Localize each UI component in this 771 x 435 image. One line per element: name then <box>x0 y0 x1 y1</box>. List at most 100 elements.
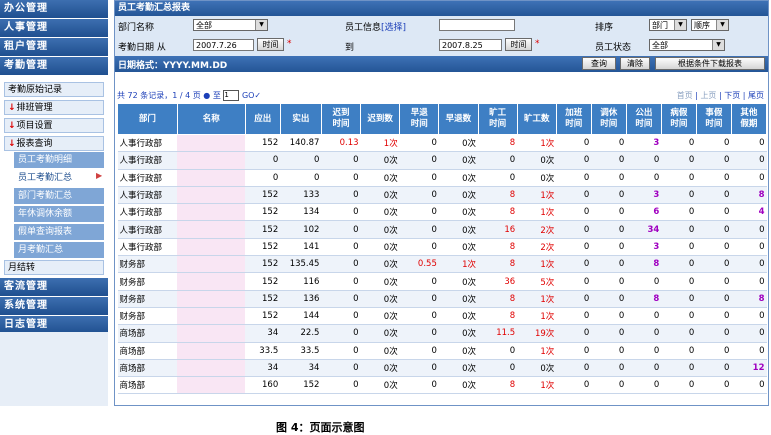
last-page-link[interactable]: 尾页 <box>748 91 764 100</box>
table-row[interactable]: 商场部 33.5 33.5 0 0次 0 0次 0 1次 0 0 0 0 0 0 <box>117 342 767 360</box>
query-button[interactable]: 查询 <box>582 57 616 70</box>
sidebar-section-1[interactable]: 人事管理 <box>0 19 108 38</box>
column-header: 应出 <box>244 103 281 135</box>
sort-select[interactable]: 部门 ▼ <box>649 19 687 31</box>
down-arrow-icon: ↓ <box>8 121 16 131</box>
sidebar-section-2[interactable]: 租户管理 <box>0 38 108 57</box>
table-cell: 人事行政部 <box>117 186 178 205</box>
table-cell: 人事行政部 <box>117 220 178 239</box>
column-header: 实出 <box>279 103 322 135</box>
table-cell: 0 <box>280 169 322 187</box>
sidebar-subitem-2[interactable]: ↓项目设置 <box>4 118 104 133</box>
sidebar-section-bottom-0[interactable]: 客流管理 <box>0 278 108 297</box>
table-cell: 0 <box>731 307 767 326</box>
date-to-input[interactable]: 2007.8.25 <box>439 39 502 51</box>
table-cell: 2次 <box>517 238 557 257</box>
table-cell: 0 <box>321 186 361 205</box>
sidebar-report-item-4[interactable]: 假单查询报表 <box>14 224 104 240</box>
table-cell: 0 <box>591 342 627 360</box>
sidebar-report-item-1[interactable]: 员工考勤汇总 <box>14 170 104 186</box>
order-select[interactable]: 顺序 ▼ <box>691 19 729 31</box>
sidebar-subitem-3[interactable]: ↓报表查询 <box>4 136 104 151</box>
table-row[interactable]: 商场部 160 152 0 0次 0 0次 8 1次 0 0 0 0 0 0 <box>117 376 767 395</box>
chevron-down-icon: ▼ <box>674 20 686 30</box>
sidebar-subitem-1[interactable]: ↓排班管理 <box>4 100 104 115</box>
sidebar-subitem-label: 项目设置 <box>16 121 53 131</box>
first-page-link[interactable]: 首页 <box>677 91 693 100</box>
table-cell: 8 <box>478 186 518 205</box>
table-cell: 0 <box>696 359 732 378</box>
table-cell: 8 <box>478 238 518 257</box>
sidebar-section-0[interactable]: 办公管理 <box>0 0 108 19</box>
table-cell: 0次 <box>438 359 478 378</box>
table-body: 人事行政部 152 140.87 0.13 1次 0 0次 8 1次 0 0 3 0 0 0 人事行政部 0 0 0… <box>117 134 767 395</box>
next-page-link[interactable]: 下页 <box>724 91 740 100</box>
table-cell: 人事行政部 <box>117 203 178 222</box>
sidebar-item-month-close[interactable]: 月结转 <box>4 260 104 275</box>
table-cell: 0次 <box>360 307 400 326</box>
table-cell: 0 <box>245 151 281 170</box>
table-cell: 152 <box>245 220 281 239</box>
table-cell: 5次 <box>517 272 557 291</box>
dept-select[interactable]: 全部 ▼ <box>193 19 268 31</box>
table-cell: 19次 <box>517 324 557 343</box>
table-cell: 22.5 <box>280 324 322 343</box>
table-cell: 0 <box>626 307 662 326</box>
sidebar-report-item-0[interactable]: 员工考勤明细 <box>14 152 104 168</box>
table-cell: 0次 <box>438 307 478 326</box>
table-cell: 0 <box>731 220 767 239</box>
date-to-time-button[interactable]: 时间 <box>505 38 532 51</box>
sidebar-subitem-label: 排班管理 <box>16 103 53 113</box>
table-row[interactable]: 人事行政部 0 0 0 0次 0 0次 0 0次 0 0 0 0 0 0 <box>117 169 767 187</box>
table-cell: 136 <box>280 290 322 308</box>
table-row[interactable]: 商场部 34 34 0 0次 0 0次 0 0次 0 0 0 0 0 12 <box>117 359 767 378</box>
table-row[interactable]: 人事行政部 152 133 0 0次 0 0次 8 1次 0 0 3 0 0 8 <box>117 186 767 205</box>
sidebar-report-item-5[interactable]: 月考勤汇总 <box>14 242 104 258</box>
table-cell: 3 <box>626 134 662 153</box>
table-cell: 0 <box>321 220 361 239</box>
select-employee-link[interactable]: [选择] <box>381 23 406 33</box>
sidebar-subitem-0[interactable]: 考勤原始记录 <box>4 82 104 97</box>
table-row[interactable]: 财务部 152 116 0 0次 0 0次 36 5次 0 0 0 0 0 0 <box>117 272 767 291</box>
table-row[interactable]: 人事行政部 152 134 0 0次 0 0次 8 1次 0 0 6 0 0 4 <box>117 203 767 222</box>
table-row[interactable]: 财务部 152 136 0 0次 0 0次 8 1次 0 0 8 0 0 8 <box>117 290 767 308</box>
table-row[interactable]: 财务部 152 135.45 0 0次 0.55 1次 8 1次 0 0 8 0 0 0 <box>117 255 767 274</box>
table-cell: 财务部 <box>117 255 178 274</box>
required-mark: * <box>535 39 540 49</box>
table-cell: 0次 <box>360 220 400 239</box>
table-cell: 33.5 <box>280 342 322 360</box>
sidebar-report-item-2[interactable]: 部门考勤汇总 <box>14 188 104 204</box>
table-row[interactable]: 财务部 152 144 0 0次 0 0次 8 1次 0 0 0 0 0 0 <box>117 307 767 326</box>
sidebar-section-bottom-1[interactable]: 系统管理 <box>0 297 108 316</box>
page-input[interactable]: 1 <box>223 90 240 101</box>
table-row[interactable]: 人事行政部 0 0 0 0次 0 0次 0 0次 0 0 0 0 0 0 <box>117 151 767 170</box>
table-cell: 0 <box>696 342 732 360</box>
table-cell: 0 <box>478 169 518 187</box>
download-report-button[interactable]: 根据条件下载报表 <box>655 57 765 70</box>
table-cell: 0 <box>731 324 767 343</box>
emp-label: 员工信息[选择] <box>345 23 407 33</box>
table-row[interactable]: 人事行政部 152 141 0 0次 0 0次 8 2次 0 0 3 0 0 0 <box>117 238 767 257</box>
sidebar-report-item-3[interactable]: 年休调休余额 <box>14 206 104 222</box>
table-cell: 16 <box>478 220 518 239</box>
sidebar-section-3[interactable]: 考勤管理 <box>0 57 108 76</box>
table-cell: 140.87 <box>280 134 322 153</box>
table-cell <box>177 359 246 378</box>
table-cell: 152 <box>245 134 281 153</box>
table-row[interactable]: 人事行政部 152 102 0 0次 0 0次 16 2次 0 0 34 0 0 0 <box>117 220 767 239</box>
date-from-input[interactable]: 2007.7.26 <box>193 39 254 51</box>
table-cell: 134 <box>280 203 322 222</box>
go-button[interactable]: GO✓ <box>242 91 261 100</box>
table-cell: 0 <box>399 151 439 170</box>
column-header: 早退 时间 <box>399 103 440 135</box>
table-row[interactable]: 人事行政部 152 140.87 0.13 1次 0 0次 8 1次 0 0 3 0 0 0 <box>117 134 767 153</box>
emp-input[interactable] <box>439 19 515 31</box>
table-cell: 0 <box>556 359 592 378</box>
status-select[interactable]: 全部 ▼ <box>649 39 725 51</box>
table-cell: 0 <box>399 324 439 343</box>
clear-button[interactable]: 清除 <box>620 57 650 70</box>
table-cell <box>177 342 246 360</box>
table-row[interactable]: 商场部 34 22.5 0 0次 0 0次 11.5 19次 0 0 0 0 0 0 <box>117 324 767 343</box>
date-from-time-button[interactable]: 时间 <box>257 38 284 51</box>
prev-page-link[interactable]: 上页 <box>700 91 716 100</box>
